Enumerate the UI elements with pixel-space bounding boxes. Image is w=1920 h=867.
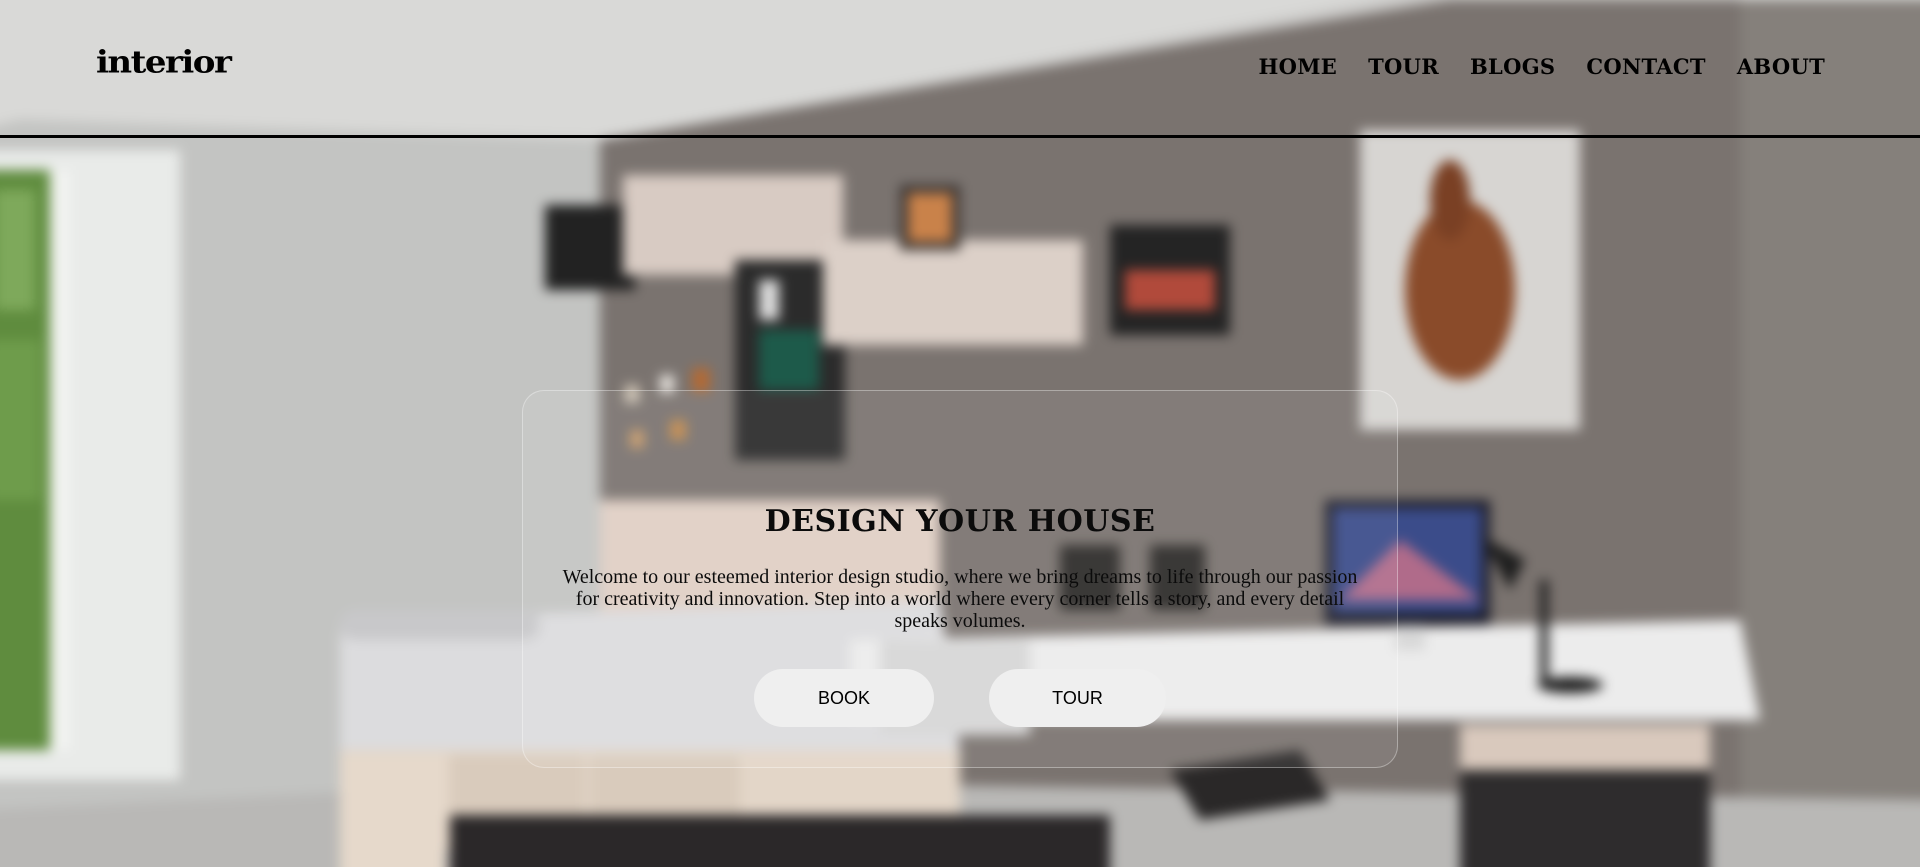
hero-card: DESIGN YOUR HOUSE Welcome to our esteeme…: [522, 390, 1398, 768]
nav-contact-link[interactable]: CONTACT: [1586, 54, 1705, 79]
nav-blogs-link[interactable]: BLOGS: [1470, 54, 1555, 79]
nav-home-link[interactable]: HOME: [1259, 54, 1338, 79]
brand-logo[interactable]: interior: [96, 44, 232, 81]
nav-about-link[interactable]: ABOUT: [1737, 54, 1825, 79]
nav-tour-link[interactable]: TOUR: [1368, 54, 1439, 79]
book-button[interactable]: BOOK: [754, 669, 934, 727]
hero-title: DESIGN YOUR HOUSE: [764, 504, 1156, 539]
main-nav: HOME TOUR BLOGS CONTACT ABOUT: [1259, 54, 1826, 79]
hero-description: Welcome to our esteemed interior design …: [562, 566, 1358, 632]
tour-button[interactable]: TOUR: [989, 669, 1166, 727]
site-header: interior HOME TOUR BLOGS CONTACT ABOUT: [0, 0, 1920, 138]
